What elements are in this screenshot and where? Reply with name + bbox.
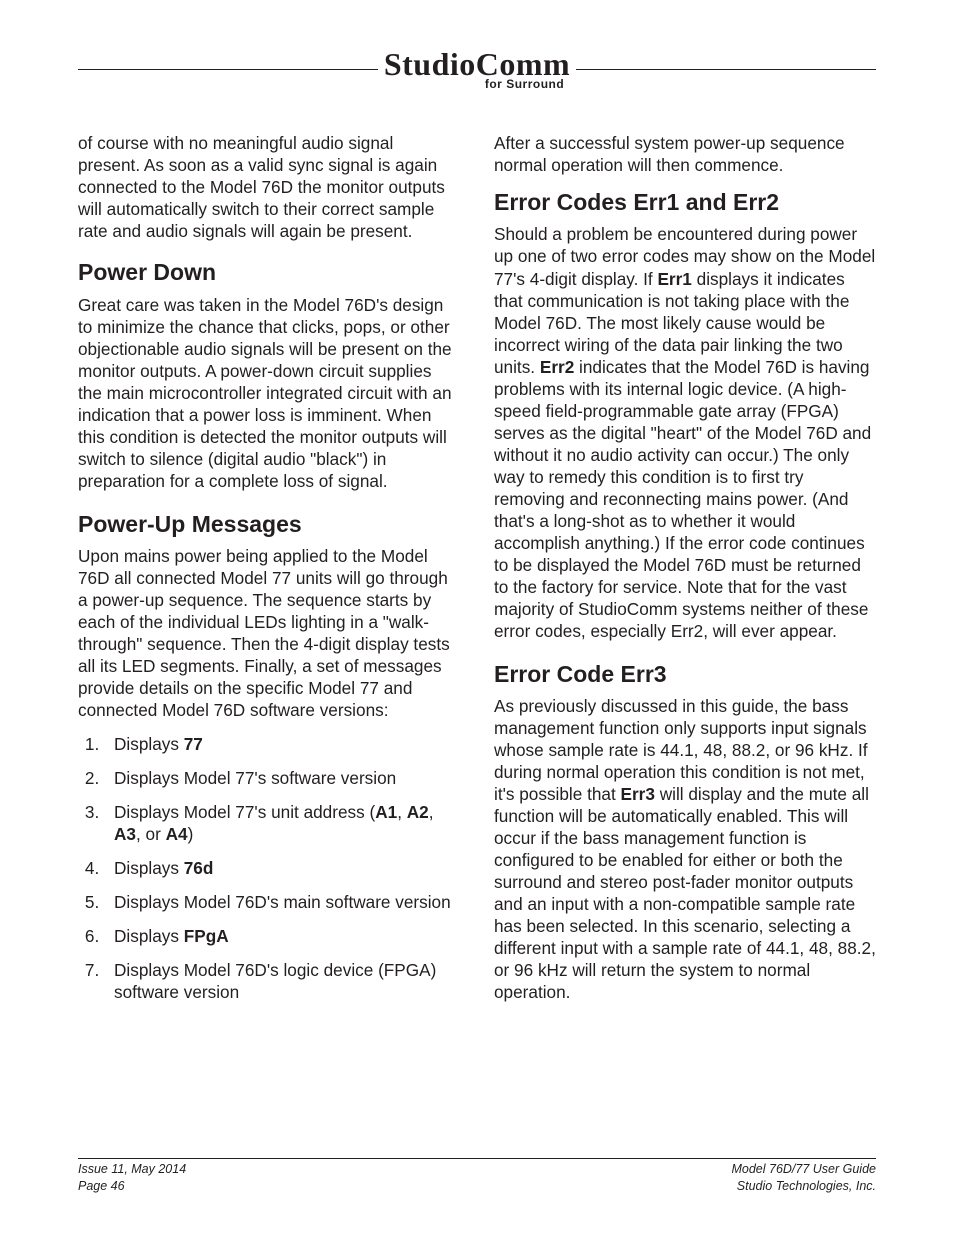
paragraph-after-powerup: After a successful system power-up seque… bbox=[494, 132, 876, 176]
list-item: Displays Model 77's unit address (A1, A2… bbox=[104, 801, 460, 845]
list-item: Displays 77 bbox=[104, 733, 460, 755]
header-rule-left bbox=[78, 69, 378, 70]
footer-company: Studio Technologies, Inc. bbox=[731, 1178, 876, 1195]
heading-power-down: Power Down bbox=[78, 258, 460, 287]
heading-power-up: Power-Up Messages bbox=[78, 510, 460, 539]
page-footer: Issue 11, May 2014 Page 46 Model 76D/77 … bbox=[78, 1158, 876, 1195]
left-column: of course with no meaningful audio signa… bbox=[78, 132, 460, 1015]
header-rule-right bbox=[576, 69, 876, 70]
footer-page: Page 46 bbox=[78, 1178, 186, 1195]
logo: StudioComm for Surround bbox=[378, 48, 576, 90]
paragraph-err1-err2: Should a problem be encountered during p… bbox=[494, 223, 876, 641]
footer-guide: Model 76D/77 User Guide bbox=[731, 1161, 876, 1178]
footer-rule bbox=[78, 1158, 876, 1159]
footer-left: Issue 11, May 2014 Page 46 bbox=[78, 1161, 186, 1195]
page: StudioComm for Surround of course with n… bbox=[0, 0, 954, 1235]
list-item: Displays 76d bbox=[104, 857, 460, 879]
list-item: Displays Model 77's software version bbox=[104, 767, 460, 789]
paragraph-power-down: Great care was taken in the Model 76D's … bbox=[78, 294, 460, 492]
paragraph-power-up: Upon mains power being applied to the Mo… bbox=[78, 545, 460, 721]
page-header: StudioComm for Surround bbox=[78, 48, 876, 90]
heading-err1-err2: Error Codes Err1 and Err2 bbox=[494, 188, 876, 217]
paragraph-err3: As previously discussed in this guide, t… bbox=[494, 695, 876, 1003]
intro-continuation: of course with no meaningful audio signa… bbox=[78, 132, 460, 242]
content-columns: of course with no meaningful audio signa… bbox=[78, 132, 876, 1015]
list-item: Displays Model 76D's main software versi… bbox=[104, 891, 460, 913]
list-item: Displays FPgA bbox=[104, 925, 460, 947]
logo-main: StudioComm bbox=[384, 48, 570, 80]
footer-issue: Issue 11, May 2014 bbox=[78, 1161, 186, 1178]
footer-right: Model 76D/77 User Guide Studio Technolog… bbox=[731, 1161, 876, 1195]
powerup-sequence-list: Displays 77 Displays Model 77's software… bbox=[78, 733, 460, 1003]
list-item: Displays Model 76D's logic device (FPGA)… bbox=[104, 959, 460, 1003]
right-column: After a successful system power-up seque… bbox=[494, 132, 876, 1015]
heading-err3: Error Code Err3 bbox=[494, 660, 876, 689]
